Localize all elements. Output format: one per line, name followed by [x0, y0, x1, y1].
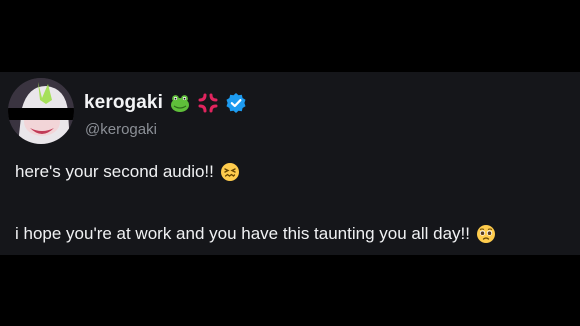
- post-text: here's your second audio!!: [15, 162, 214, 181]
- post-text-line-1: here's your second audio!!: [15, 162, 240, 182]
- name-row: kerogaki: [84, 92, 247, 114]
- frog-icon: [169, 92, 191, 114]
- user-handle[interactable]: @kerogaki: [85, 121, 157, 138]
- pleading-face-icon: [476, 224, 496, 244]
- post-text-line-2: i hope you're at work and you have this …: [15, 224, 496, 244]
- avatar[interactable]: [8, 78, 74, 144]
- anger-symbol-icon: [197, 92, 219, 114]
- post-card: kerogaki @kerogaki here's your second au…: [0, 72, 580, 255]
- confounded-face-icon: [220, 162, 240, 182]
- post-text: i hope you're at work and you have this …: [15, 224, 470, 243]
- verified-badge-icon: [225, 92, 247, 114]
- display-name[interactable]: kerogaki: [84, 92, 163, 114]
- avatar-image: [8, 78, 74, 144]
